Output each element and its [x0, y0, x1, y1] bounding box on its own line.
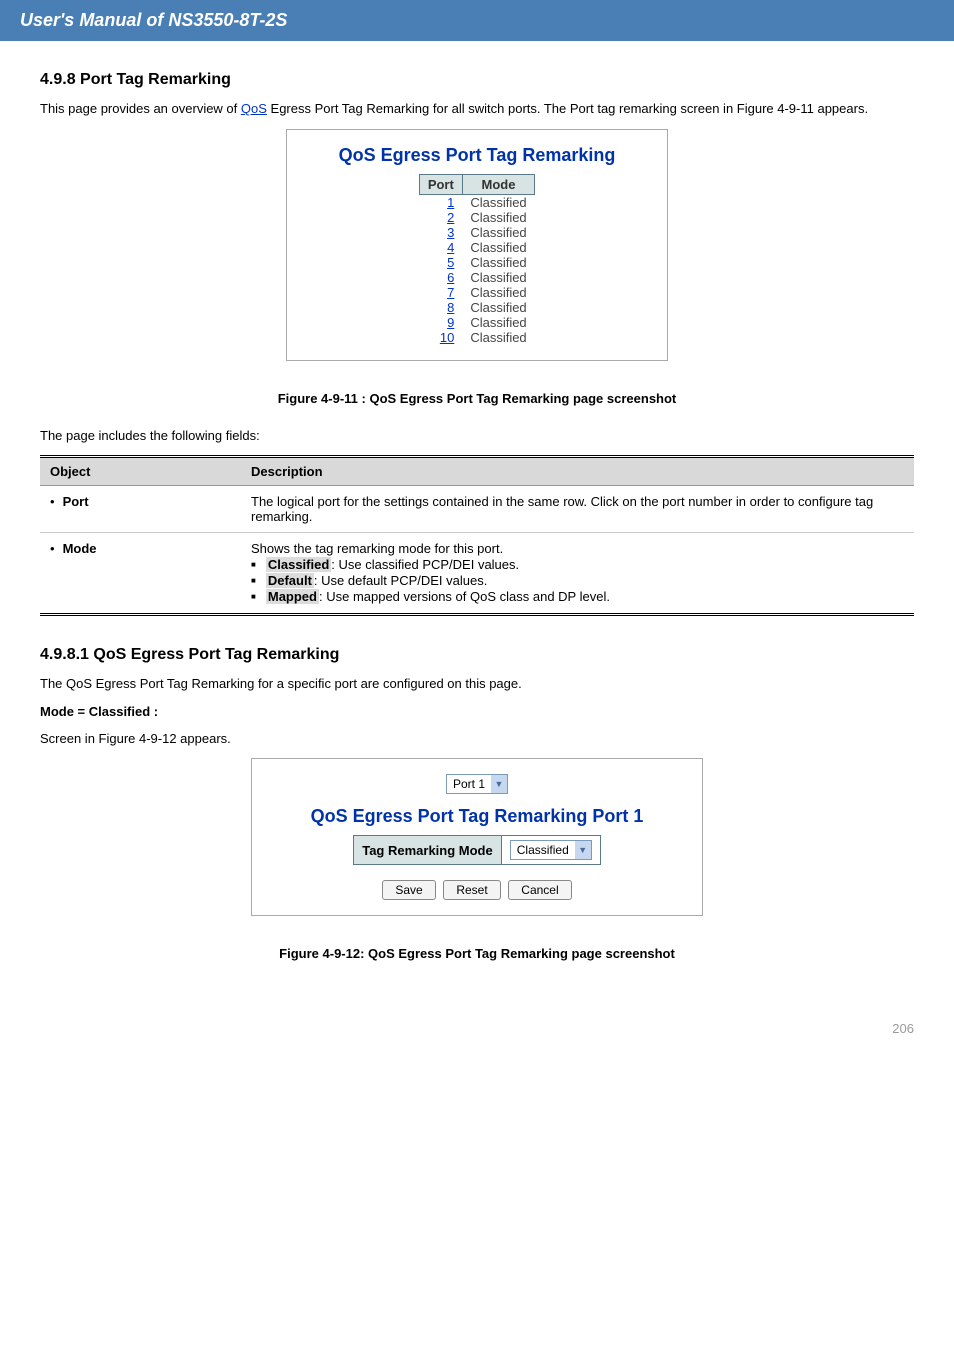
- desc-row-mode-object: •Mode: [40, 533, 241, 615]
- page-header: User's Manual of NS3550-8T-2S: [0, 0, 954, 41]
- table-row-port: 1: [419, 194, 462, 210]
- qos-link[interactable]: QoS: [241, 101, 267, 116]
- cancel-button[interactable]: Cancel: [508, 880, 571, 900]
- mode-option-text: : Use default PCP/DEI values.: [314, 573, 487, 588]
- desc-header-object: Object: [40, 457, 241, 486]
- table-row-port: 5: [419, 255, 462, 270]
- description-table: Object Description •Port The logical por…: [40, 455, 914, 616]
- table-row-mode: Classified: [462, 270, 534, 285]
- table-row-port: 8: [419, 300, 462, 315]
- table-row-port: 2: [419, 210, 462, 225]
- figure-1-title: QoS Egress Port Tag Remarking: [297, 145, 657, 166]
- section-title: 4.9.8 Port Tag Remarking: [40, 71, 914, 89]
- subsection-title: 4.9.8.1 QoS Egress Port Tag Remarking: [40, 646, 914, 664]
- port-mode-table: Port Mode 1 Classified 2 Classified 3 Classif…: [419, 174, 535, 345]
- port-link[interactable]: 8: [447, 300, 454, 315]
- table-row-port: 4: [419, 240, 462, 255]
- desc-row-port-text: The logical port for the settings contai…: [241, 486, 914, 533]
- header-text: User's Manual of NS3550-8T-2S: [20, 10, 287, 30]
- subsection-line1: The QoS Egress Port Tag Remarking for a …: [40, 674, 914, 694]
- table-row-mode: Classified: [462, 225, 534, 240]
- figure-1-caption: Figure 4-9-11 : QoS Egress Port Tag Rema…: [40, 391, 914, 406]
- table-row-mode: Classified: [462, 300, 534, 315]
- save-button[interactable]: Save: [382, 880, 435, 900]
- mode-option-text: : Use classified PCP/DEI values.: [331, 557, 519, 572]
- chevron-down-icon: ▼: [575, 841, 591, 859]
- port-link[interactable]: 6: [447, 270, 454, 285]
- table-row-port: 9: [419, 315, 462, 330]
- page-footer: 206: [0, 1011, 954, 1066]
- table-row-mode: Classified: [462, 194, 534, 210]
- port-link[interactable]: 5: [447, 255, 454, 270]
- port-link[interactable]: 10: [440, 330, 454, 345]
- col-header-mode: Mode: [462, 174, 534, 194]
- table-row-mode: Classified: [462, 255, 534, 270]
- port-link[interactable]: 7: [447, 285, 454, 300]
- desc-row-port-object: •Port: [40, 486, 241, 533]
- port-link[interactable]: 2: [447, 210, 454, 225]
- figure-2-caption: Figure 4-9-12: QoS Egress Port Tag Remar…: [40, 946, 914, 961]
- figure-2-box: Port 1 ▼ QoS Egress Port Tag Remarking P…: [251, 758, 703, 916]
- chevron-down-icon: ▼: [491, 775, 507, 793]
- port-link[interactable]: 9: [447, 315, 454, 330]
- col-header-port: Port: [419, 174, 462, 194]
- port-link[interactable]: 4: [447, 240, 454, 255]
- desc-intro: The page includes the following fields:: [40, 426, 914, 446]
- mode-classified-desc: Screen in Figure 4-9-12 appears.: [40, 729, 914, 749]
- table-row-mode: Classified: [462, 240, 534, 255]
- mode-option-label: Classified: [266, 557, 331, 572]
- desc-row-mode-text: Shows the tag remarking mode for this po…: [241, 533, 914, 615]
- port-select-dropdown[interactable]: Port 1 ▼: [446, 774, 508, 794]
- figure-2-title: QoS Egress Port Tag Remarking Port 1: [262, 806, 692, 827]
- table-row-port: 6: [419, 270, 462, 285]
- tag-mode-dropdown[interactable]: Classified ▼: [510, 840, 592, 860]
- reset-button[interactable]: Reset: [443, 880, 500, 900]
- mode-classified-label: Mode = Classified :: [40, 704, 914, 719]
- tag-mode-value-cell: Classified ▼: [501, 836, 600, 865]
- table-row-mode: Classified: [462, 285, 534, 300]
- mode-option-text: : Use mapped versions of QoS class and D…: [319, 589, 610, 604]
- table-row-mode: Classified: [462, 210, 534, 225]
- table-row-mode: Classified: [462, 315, 534, 330]
- desc-header-description: Description: [241, 457, 914, 486]
- tag-remarking-mode-table: Tag Remarking Mode Classified ▼: [353, 835, 601, 865]
- table-row-mode: Classified: [462, 330, 534, 345]
- mode-option-label: Default: [266, 573, 314, 588]
- table-row-port: 7: [419, 285, 462, 300]
- table-row-port: 3: [419, 225, 462, 240]
- section-description: This page provides an overview of QoS Eg…: [40, 99, 914, 119]
- port-link[interactable]: 1: [447, 195, 454, 210]
- table-row-port: 10: [419, 330, 462, 345]
- mode-option-label: Mapped: [266, 589, 319, 604]
- page-number: 206: [892, 1021, 914, 1036]
- figure-1-box: QoS Egress Port Tag Remarking Port Mode …: [286, 129, 668, 361]
- button-row: Save Reset Cancel: [262, 880, 692, 900]
- tag-mode-label: Tag Remarking Mode: [354, 836, 502, 865]
- port-link[interactable]: 3: [447, 225, 454, 240]
